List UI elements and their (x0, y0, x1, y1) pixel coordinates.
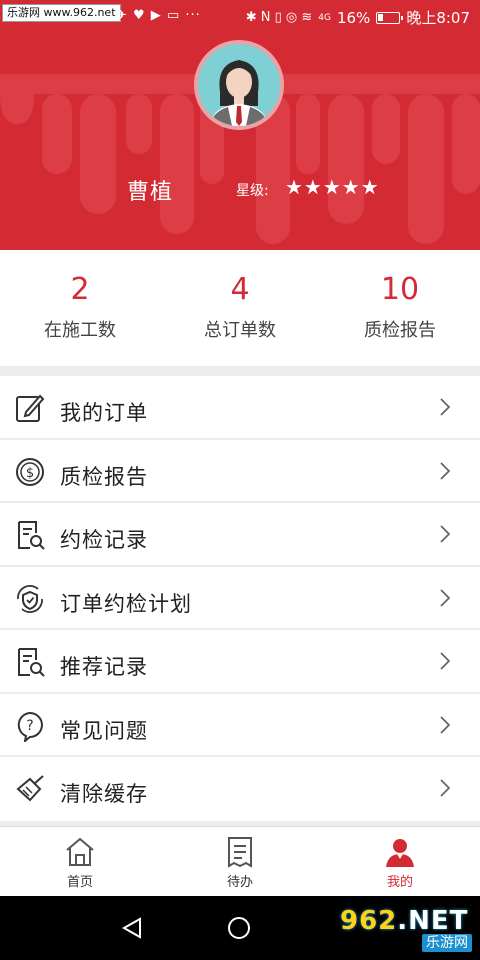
tab-mine[interactable]: 我的 (320, 827, 480, 896)
bottom-tab-bar: 首页 待办 我的 (0, 826, 480, 896)
menu-item-faq[interactable]: ? 常见问题 (0, 694, 480, 757)
menu-label: 质检报告 (60, 464, 148, 489)
logo-text: 962.NET (340, 906, 476, 936)
chevron-right-icon (440, 779, 450, 797)
stat-total-orders[interactable]: 4 总订单数 (160, 250, 320, 366)
stat-value: 2 (70, 272, 90, 307)
menu-label: 订单约检计划 (60, 591, 192, 616)
svg-text:$: $ (26, 466, 34, 481)
menu-item-inspection-records[interactable]: 约检记录 (0, 503, 480, 567)
app-root: 乐游网 www.962.net ✈ ♥ ▶ ▭ ··· ✱ N ▯ ◎ ≋ 4G… (0, 0, 480, 960)
status-bar: 乐游网 www.962.net ✈ ♥ ▶ ▭ ··· ✱ N ▯ ◎ ≋ 4G… (0, 0, 480, 34)
site-logo: 962.NET 乐游网 (340, 906, 476, 956)
status-time: 晚上8:07 (406, 9, 470, 27)
menu-label: 常见问题 (60, 718, 148, 743)
menu-item-referral-records[interactable]: 推荐记录 (0, 630, 480, 694)
chevron-right-icon (440, 588, 450, 607)
battery-icon (376, 11, 404, 24)
broom-icon (16, 775, 44, 802)
shield-cycle-icon (17, 584, 43, 613)
menu-label: 约检记录 (60, 528, 148, 552)
logo-number: 962 (340, 906, 398, 936)
battery-percent: 16% (336, 8, 371, 27)
back-icon[interactable] (120, 916, 144, 940)
edit-icon (16, 394, 45, 422)
document-search-icon (18, 521, 45, 550)
stat-label: 总订单数 (204, 320, 276, 341)
svg-text:?: ? (26, 718, 33, 734)
tab-label: 我的 (386, 875, 413, 890)
user-icon (386, 839, 414, 867)
tab-todo[interactable]: 待办 (160, 827, 320, 896)
question-icon: ? (17, 711, 43, 742)
tab-label: 待办 (226, 875, 253, 890)
profile-header: 曹植 星级: ★★★★★ (0, 34, 480, 250)
chevron-right-icon (440, 398, 450, 416)
menu-label: 清除缓存 (60, 782, 148, 806)
dollar-circle-icon: $ (16, 457, 44, 486)
menu-item-order-inspection-plan[interactable]: 订单约检计划 (0, 567, 480, 630)
network-badge: 4G (318, 12, 331, 23)
star-rating: ★★★★★ (285, 175, 380, 199)
todo-list-icon (228, 837, 252, 868)
chevron-right-icon (440, 461, 450, 480)
menu-label: 我的订单 (60, 401, 148, 425)
avatar[interactable] (194, 40, 284, 130)
chevron-right-icon (440, 715, 450, 734)
tab-label: 首页 (66, 875, 93, 890)
logo-domain: .NET (397, 906, 469, 936)
chevron-right-icon (440, 652, 450, 670)
menu-item-inspection-report[interactable]: $ 质检报告 (0, 440, 480, 503)
username: 曹植 (127, 180, 174, 205)
logo-subtitle: 乐游网 (422, 934, 472, 952)
menu-item-my-orders[interactable]: 我的订单 (0, 376, 480, 440)
woman-avatar-icon (198, 44, 280, 126)
document-search-icon (18, 648, 45, 677)
status-left-icons: ✈ ♥ ▶ ▭ ··· (116, 8, 201, 23)
stat-in-progress[interactable]: 2 在施工数 (0, 250, 160, 366)
stat-value: 4 (230, 272, 250, 307)
status-right: ✱ N ▯ ◎ ≋ 4G 16% 晚上8:07 (246, 7, 470, 28)
tab-home[interactable]: 首页 (0, 827, 160, 896)
menu-item-clear-cache[interactable]: 清除缓存 (0, 757, 480, 821)
star-rating-label: 星级: (236, 183, 269, 199)
status-signal-icons: ✱ N ▯ ◎ ≋ (245, 10, 313, 25)
home-icon (66, 837, 94, 866)
stat-label: 质检报告 (364, 320, 436, 341)
menu-list: 我的订单 $ 质检报告 约检记录 订单约检计划 推荐记录 ? 常见问题 清除缓存 (0, 376, 480, 821)
stat-inspection-reports[interactable]: 10 质检报告 (320, 250, 480, 366)
avatar-image (198, 44, 280, 126)
menu-label: 推荐记录 (60, 655, 148, 679)
stats-panel: 2 在施工数 4 总订单数 10 质检报告 (0, 250, 480, 366)
stat-label: 在施工数 (44, 320, 116, 341)
watermark: 乐游网 www.962.net (2, 4, 121, 22)
stat-value: 10 (380, 272, 420, 307)
home-button-icon[interactable] (226, 915, 252, 941)
chevron-right-icon (440, 525, 450, 543)
